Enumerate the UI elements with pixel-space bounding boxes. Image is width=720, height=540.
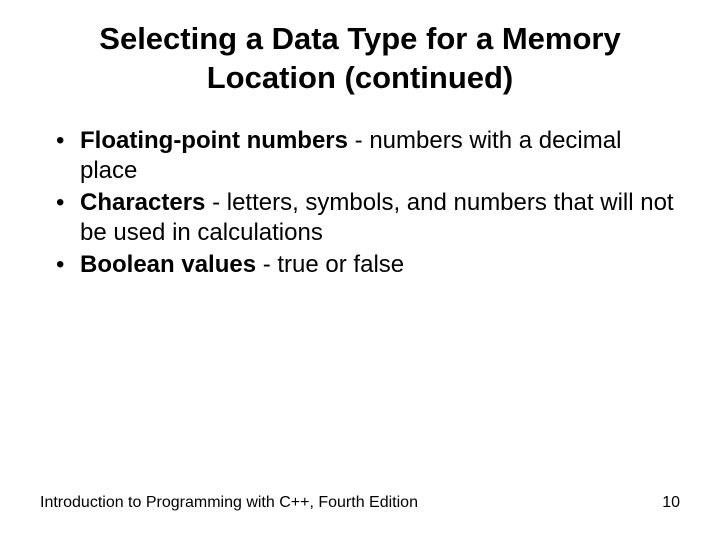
bullet-list: Floating-point numbers - numbers with a …	[50, 126, 680, 280]
list-item: Floating-point numbers - numbers with a …	[50, 126, 680, 186]
footer-source: Introduction to Programming with C++, Fo…	[40, 494, 418, 512]
definition: - true or false	[256, 251, 404, 278]
page-number: 10	[662, 494, 680, 512]
list-item: Characters - letters, symbols, and numbe…	[50, 188, 680, 248]
term: Floating-point numbers	[80, 127, 348, 154]
slide-title: Selecting a Data Type for a Memory Locat…	[50, 20, 670, 98]
term: Boolean values	[80, 251, 256, 278]
term: Characters	[80, 189, 205, 216]
slide: Selecting a Data Type for a Memory Locat…	[0, 0, 720, 540]
footer: Introduction to Programming with C++, Fo…	[40, 494, 680, 512]
list-item: Boolean values - true or false	[50, 250, 680, 280]
